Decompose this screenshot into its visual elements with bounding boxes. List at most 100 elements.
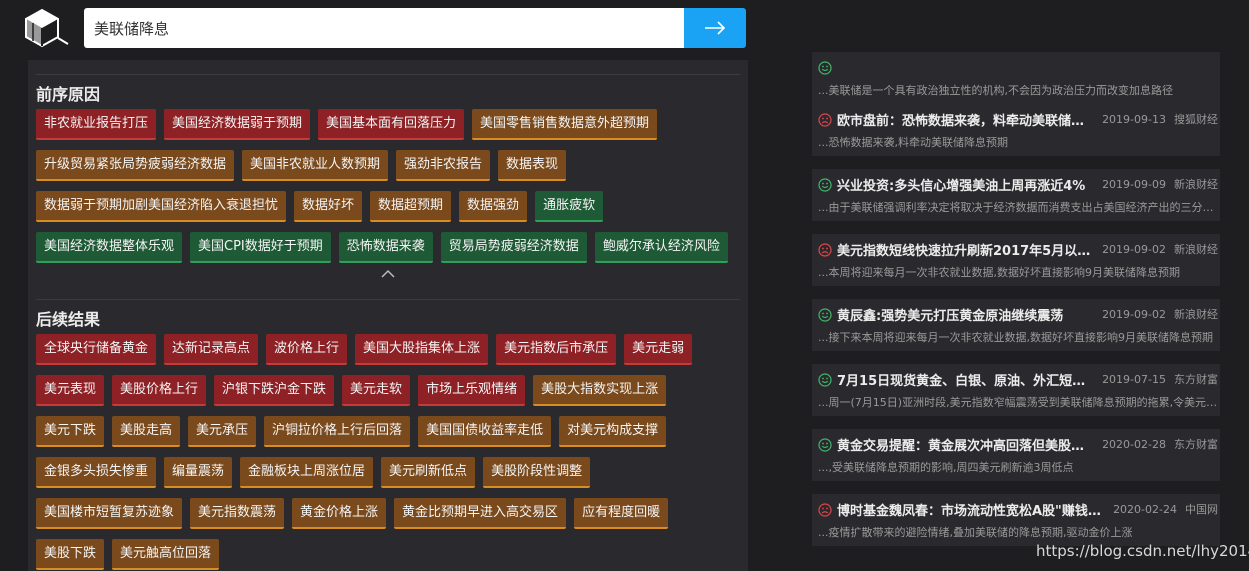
news-summary: ...由于美联储强调利率决定将取决于经济数据而消费支出占美国经济产出的三分之二 bbox=[818, 201, 1218, 214]
news-title-link[interactable]: 黄金交易提醒：黄金展次冲高回落但美股回暖 bbox=[837, 435, 1096, 454]
tag-chip[interactable]: 美元走弱 bbox=[624, 334, 693, 365]
tag-chip[interactable]: 通胀疲软 bbox=[535, 191, 604, 222]
news-title-link[interactable]: 兴业投资:多头信心增强美油上周再涨近4% bbox=[837, 175, 1096, 194]
tag-chip[interactable]: 美股大指数实现上涨 bbox=[533, 375, 667, 406]
tag-chip[interactable]: 美元走软 bbox=[342, 375, 411, 406]
news-source: 东方财富 bbox=[1174, 373, 1218, 386]
news-summary: ...恐怖数据来袭,料牵动美联储降息预期 bbox=[818, 136, 1008, 149]
tag-chip[interactable]: 金银多头损失惨重 bbox=[36, 457, 157, 488]
tag-chip[interactable]: 美元触高位回落 bbox=[112, 539, 220, 570]
news-item[interactable]: 兴业投资:多头信心增强美油上周再涨近4% 2019-09-09 新浪财经 ...由于美… bbox=[812, 169, 1220, 221]
tag-chip[interactable]: 波价格上行 bbox=[266, 334, 348, 365]
divider bbox=[36, 74, 740, 75]
tag-chip[interactable]: 美元下跌 bbox=[36, 416, 105, 447]
tag-chip[interactable]: 全球央行储备黄金 bbox=[36, 334, 157, 365]
smile-face-icon bbox=[818, 372, 832, 387]
tag-chip[interactable]: 美元指数后市承压 bbox=[496, 334, 617, 365]
tag-chip[interactable]: 美国国债收益率走低 bbox=[418, 416, 552, 447]
collapse-chevron-icon[interactable] bbox=[380, 266, 396, 280]
news-header: 黄金交易提醒：黄金展次冲高回落但美股回暖 2020-02-28 东方财富 bbox=[818, 435, 1218, 454]
news-summary: ...周一(7月15日)亚洲时段,美元指数窄幅震荡受到美联储降息预期的拖累,令美… bbox=[818, 396, 1218, 409]
news-date: 2019-09-02 bbox=[1102, 242, 1166, 256]
tag-chip[interactable]: 美国经济数据弱于预期 bbox=[164, 109, 311, 140]
tag-chip[interactable]: 数据超预期 bbox=[370, 191, 452, 222]
news-summary: ...疫情扩散带来的避险情绪,叠加美联储的降息预期,驱动金价上涨 bbox=[818, 526, 1133, 539]
tag-chip[interactable]: 美股下跌 bbox=[36, 539, 105, 570]
section-title-after: 后续结果 bbox=[36, 310, 101, 329]
tag-chip[interactable]: 金融板块上周涨位居 bbox=[240, 457, 374, 488]
tag-chip[interactable]: 强劲非农报告 bbox=[396, 150, 491, 181]
news-source: 搜狐财经 bbox=[1174, 113, 1218, 126]
news-title-link[interactable]: 黄辰鑫:强势美元打压黄金原油继续震荡 bbox=[837, 305, 1096, 324]
tag-chip[interactable]: 升级贸易紧张局势疲弱经济数据 bbox=[36, 150, 235, 181]
news-title-link[interactable]: 7月15日现货黄金、白银、原油、外汇短线交易策略 bbox=[837, 370, 1096, 389]
divider bbox=[36, 299, 740, 300]
tag-chip[interactable]: 美国楼市短暂复苏迹象 bbox=[36, 498, 183, 529]
smile-face-icon bbox=[818, 437, 832, 452]
tag-chip[interactable]: 美国零售销售数据意外超预期 bbox=[472, 109, 658, 140]
search-submit-button[interactable] bbox=[684, 8, 746, 48]
tag-chip[interactable]: 对美元构成支撑 bbox=[559, 416, 667, 447]
news-date: 2020-02-28 bbox=[1102, 437, 1166, 451]
causes-results-panel: 前序原因 非农就业报告打压 美国经济数据弱于预期 美国基本面有回落压力 美国零售销售数… bbox=[28, 60, 748, 571]
news-header bbox=[818, 58, 1218, 76]
news-summary: ...接下来本周将迎来每月一次非农就业数据,数据好坏直接影响9月美联储降息预期 bbox=[818, 331, 1213, 344]
tag-chip[interactable]: 沪铜拉价格上行后回落 bbox=[264, 416, 411, 447]
tag-chip[interactable]: 应有程度回暖 bbox=[574, 498, 669, 529]
news-title-link[interactable]: 博时基金魏凤春：市场流动性宽松A股"赚钱效应" bbox=[837, 500, 1107, 519]
search-input[interactable] bbox=[84, 8, 684, 48]
news-summary: ...美联储是一个具有政治独立性的机构,不会因为政治压力而改变加息路径 bbox=[818, 84, 1173, 97]
tag-chip[interactable]: 美国大股指集体上涨 bbox=[355, 334, 489, 365]
news-item[interactable]: 欧市盘前：恐怖数据来袭，料牵动美联储降息预期 2019-09-13 搜狐财经 ...恐… bbox=[812, 104, 1220, 156]
news-header: 7月15日现货黄金、白银、原油、外汇短线交易策略 2019-07-15 东方财富 bbox=[818, 370, 1218, 389]
tag-chip[interactable]: 美股阶段性调整 bbox=[483, 457, 591, 488]
news-item[interactable]: 博时基金魏凤春：市场流动性宽松A股"赚钱效应" 2020-02-24 中国网 ...疫… bbox=[812, 494, 1220, 546]
tag-chip[interactable]: 美国经济数据整体乐观 bbox=[36, 232, 183, 263]
tag-chip[interactable]: 鲍威尔承认经济风险 bbox=[594, 232, 728, 263]
tag-chip[interactable]: 数据强劲 bbox=[459, 191, 528, 222]
tag-chip[interactable]: 美元表现 bbox=[36, 375, 105, 406]
top-bar bbox=[0, 0, 1249, 60]
sad-face-icon bbox=[818, 242, 832, 257]
news-header: 博时基金魏凤春：市场流动性宽松A股"赚钱效应" 2020-02-24 中国网 bbox=[818, 500, 1218, 519]
news-item[interactable]: ...美联储是一个具有政治独立性的机构,不会因为政治压力而改变加息路径 bbox=[812, 52, 1220, 104]
news-source: 新浪财经 bbox=[1174, 308, 1218, 321]
tag-chip[interactable]: 美国非农就业人数预期 bbox=[242, 150, 389, 181]
tags-after: 全球央行储备黄金 达新记录高点 波价格上行 美国大股指集体上涨 美元指数后市承压 美元走弱… bbox=[36, 334, 740, 570]
news-date: 2019-09-09 bbox=[1102, 177, 1166, 191]
tag-chip[interactable]: 数据弱于预期加剧美国经济陷入衰退担忧 bbox=[36, 191, 287, 222]
tag-chip[interactable]: 美元承压 bbox=[188, 416, 257, 447]
tag-chip[interactable]: 市场上乐观情绪 bbox=[418, 375, 526, 406]
news-date: 2020-02-24 bbox=[1113, 502, 1177, 516]
news-header: 欧市盘前：恐怖数据来袭，料牵动美联储降息预期 2019-09-13 搜狐财经 bbox=[818, 110, 1218, 129]
tag-chip[interactable]: 恐怖数据来袭 bbox=[338, 232, 433, 263]
tag-chip[interactable]: 美股走高 bbox=[112, 416, 181, 447]
sad-face-icon bbox=[818, 502, 832, 517]
news-title-link[interactable]: 欧市盘前：恐怖数据来袭，料牵动美联储降息预期 bbox=[837, 110, 1096, 129]
news-item[interactable]: 7月15日现货黄金、白银、原油、外汇短线交易策略 2019-07-15 东方财富..… bbox=[812, 364, 1220, 416]
tag-chip[interactable]: 美股价格上行 bbox=[112, 375, 207, 406]
news-item[interactable]: 黄金交易提醒：黄金展次冲高回落但美股回暖 2020-02-28 东方财富 ...,受美… bbox=[812, 429, 1220, 481]
tag-chip[interactable]: 黄金比预期早进入高交易区 bbox=[394, 498, 567, 529]
tag-chip[interactable]: 美元指数震荡 bbox=[190, 498, 285, 529]
tag-chip[interactable]: 美国基本面有回落压力 bbox=[318, 109, 465, 140]
logo-icon[interactable] bbox=[22, 8, 70, 48]
tag-chip[interactable]: 黄金价格上涨 bbox=[292, 498, 387, 529]
tag-chip[interactable]: 编量震荡 bbox=[164, 457, 233, 488]
arrow-right-icon bbox=[705, 21, 726, 35]
tag-chip[interactable]: 美国CPI数据好于预期 bbox=[190, 232, 331, 263]
news-header: 兴业投资:多头信心增强美油上周再涨近4% 2019-09-09 新浪财经 bbox=[818, 175, 1218, 194]
tag-chip[interactable]: 数据表现 bbox=[498, 150, 567, 181]
news-item[interactable]: 黄辰鑫:强势美元打压黄金原油继续震荡 2019-09-02 新浪财经 ...接下来本周… bbox=[812, 299, 1220, 351]
tag-chip[interactable]: 美元刷新低点 bbox=[381, 457, 476, 488]
tag-chip[interactable]: 非农就业报告打压 bbox=[36, 109, 157, 140]
tag-chip[interactable]: 数据好坏 bbox=[294, 191, 363, 222]
news-item[interactable]: 美元指数短线快速拉升刷新2017年5月以来高点 2019-09-02 新浪财经...… bbox=[812, 234, 1220, 286]
news-date: 2019-09-13 bbox=[1102, 112, 1166, 126]
tag-chip[interactable]: 达新记录高点 bbox=[164, 334, 259, 365]
tag-chip[interactable]: 沪银下跌沪金下跌 bbox=[214, 375, 335, 406]
news-source: 中国网 bbox=[1185, 503, 1218, 516]
tag-chip[interactable]: 贸易局势疲弱经济数据 bbox=[440, 232, 587, 263]
smile-face-icon bbox=[818, 177, 832, 192]
news-title-link[interactable]: 美元指数短线快速拉升刷新2017年5月以来高点 bbox=[837, 240, 1096, 259]
